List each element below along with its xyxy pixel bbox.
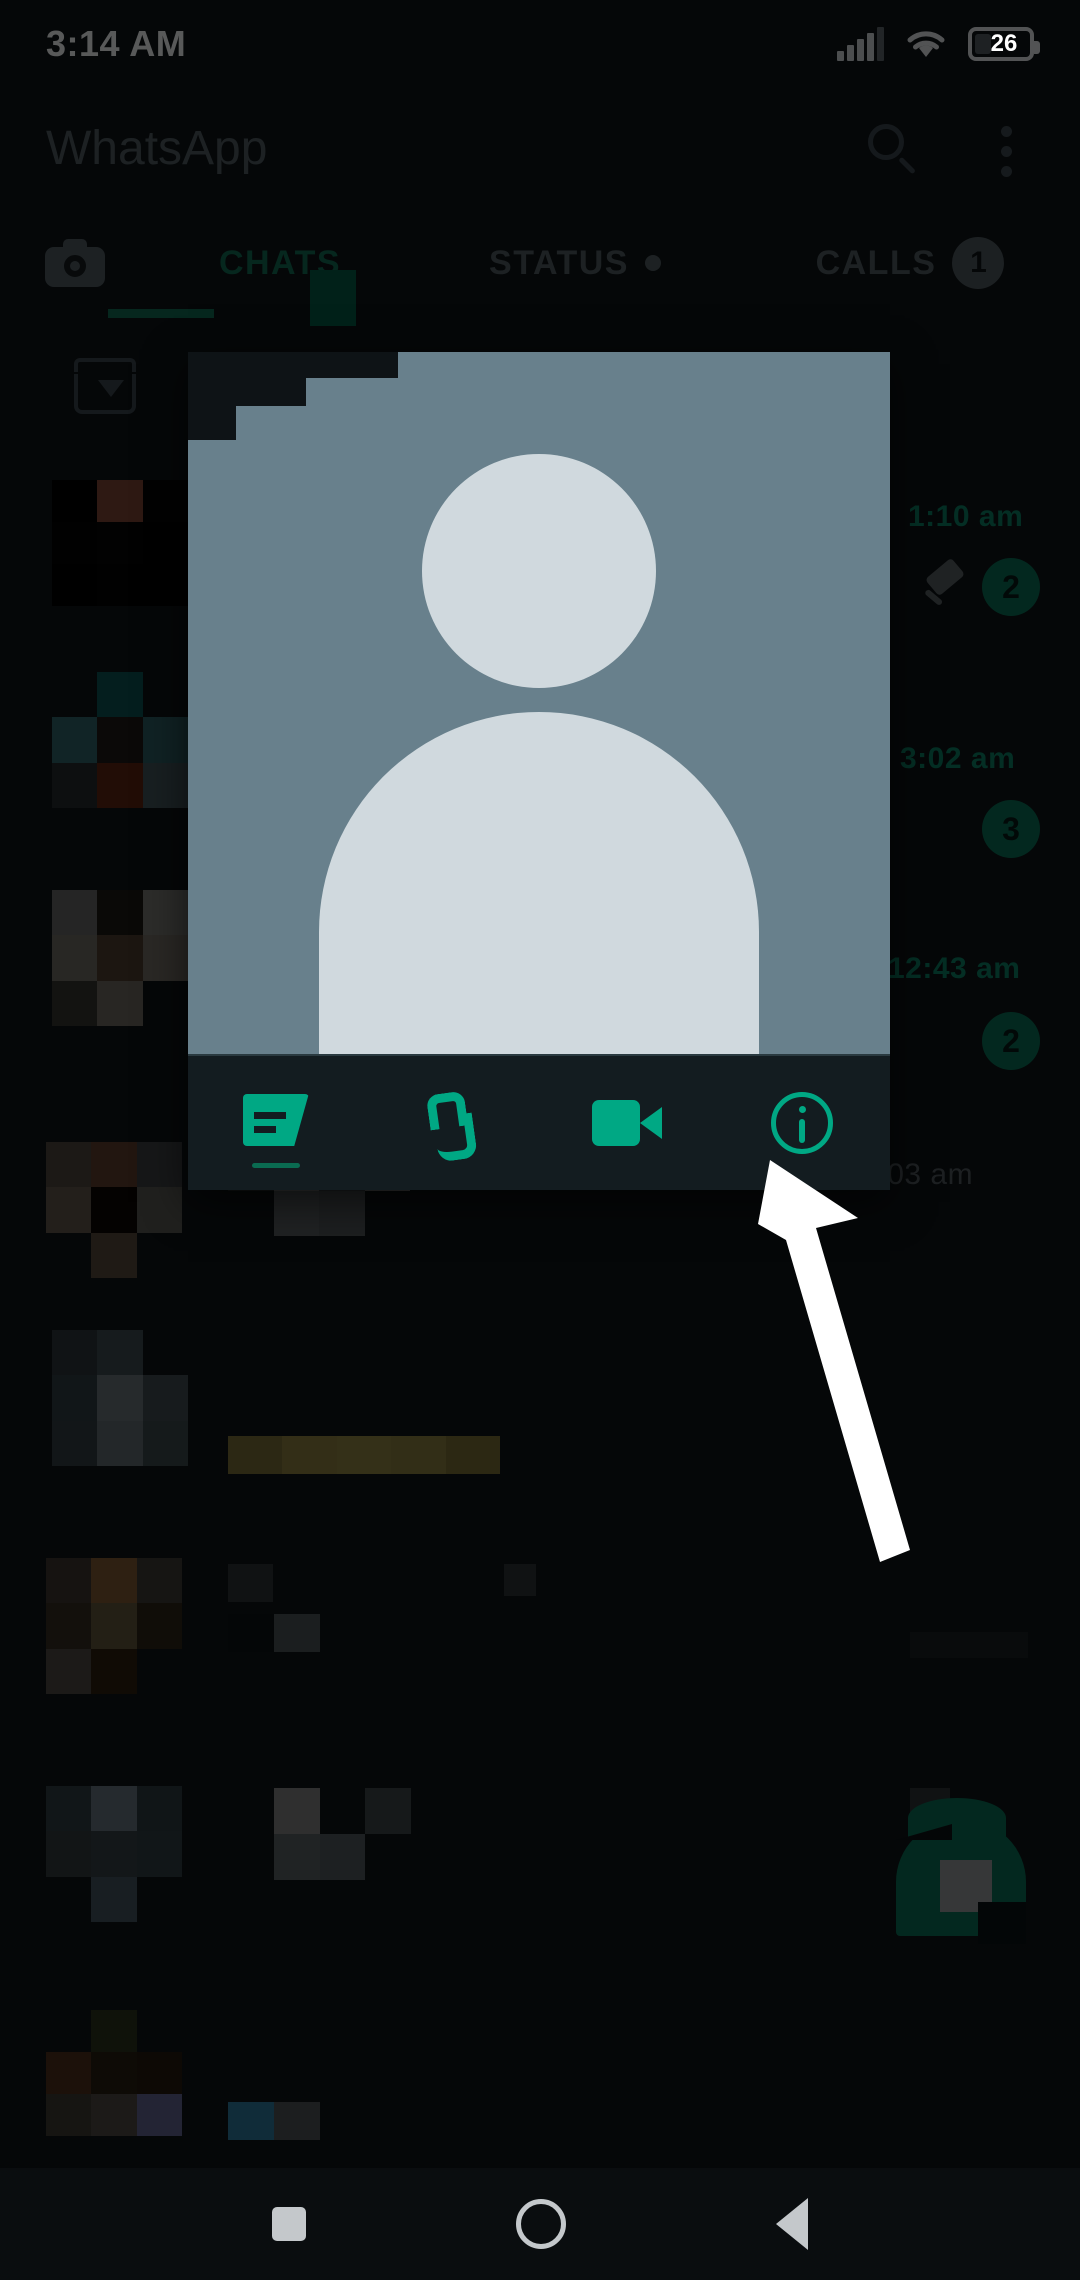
tab-camera[interactable] [0,239,150,287]
info-circle-icon [771,1092,834,1154]
redacted-contact-name [228,1564,318,1602]
redacted-date-label [910,1632,1028,1658]
wifi-icon [907,31,945,57]
new-chat-fab-icon[interactable] [896,1798,1026,1944]
archive-icon[interactable] [74,358,136,414]
search-icon[interactable] [864,120,920,176]
pointer-arrow-icon [740,1150,980,1570]
app-toolbar: WhatsApp [0,88,1080,208]
redacted-timestamp [504,1564,536,1596]
voice-call-action-button[interactable] [364,1056,540,1190]
redacted-message-preview [228,1436,500,1474]
contact-quick-action-popup [188,352,890,1190]
redacted-chats-badge [310,270,356,326]
table-row[interactable] [0,2010,1080,2170]
battery-percent-label: 26 [990,30,1018,57]
chat-timestamp: 3:02 am [900,742,1016,775]
redacted-message-preview [228,1614,320,1652]
phone-icon [422,1093,480,1153]
toolbar-actions [864,120,1034,177]
redacted-avatar [52,1330,188,1466]
redacted-avatar [46,1558,182,1694]
chat-timestamp: 1:10 am [908,500,1024,533]
battery-icon: 26 [968,27,1040,61]
tab-chats[interactable]: CHATS [150,244,410,283]
redacted-contact-name [274,1788,456,1880]
chat-timestamp: 12:43 am [888,952,1021,985]
redacted-avatar [46,1786,182,1922]
message-action-button[interactable] [188,1056,364,1190]
camera-icon [45,239,105,287]
default-contact-avatar-icon[interactable] [188,352,890,1054]
pin-icon [920,557,968,610]
android-navigation-bar [0,2168,1080,2280]
status-unseen-dot-badge [644,255,661,271]
redacted-avatar [52,480,188,606]
redacted-avatar [46,1142,182,1278]
status-bar: 3:14 AM 26 [0,0,1080,88]
tab-bar: CHATS STATUS CALLS 1 [0,208,1080,318]
page-title: WhatsApp [46,121,268,175]
tab-calls-label: CALLS [815,243,937,282]
redacted-avatar [52,672,188,808]
unread-count-badge: 2 [982,1012,1040,1070]
triangle-back-icon[interactable] [776,2198,808,2250]
status-bar-icons: 26 [837,27,1040,61]
signal-bars-icon [837,27,884,61]
selected-action-underline [251,1163,300,1168]
unread-count-badge: 3 [982,800,1040,858]
calls-count-badge: 1 [952,237,1005,289]
more-vertical-icon[interactable] [978,120,1034,177]
tab-calls[interactable]: CALLS 1 [740,237,1080,289]
circle-home-icon[interactable] [516,2199,566,2249]
message-bubble-icon [242,1094,309,1152]
video-camera-icon [591,1100,662,1146]
redacted-avatar [46,2010,182,2136]
tab-status[interactable]: STATUS [410,244,740,283]
redacted-message-preview [228,2102,320,2140]
redacted-avatar [52,890,188,1026]
video-call-action-button[interactable] [539,1056,715,1190]
square-recents-icon[interactable] [272,2207,306,2241]
phone-screen: 3:14 AM 26 WhatsApp CHATS STATUS CALLS 1… [0,0,1080,2280]
active-tab-indicator [108,309,214,318]
tab-status-label: STATUS [489,243,629,282]
unread-count-badge: 2 [982,558,1040,616]
status-bar-clock: 3:14 AM [46,23,187,64]
